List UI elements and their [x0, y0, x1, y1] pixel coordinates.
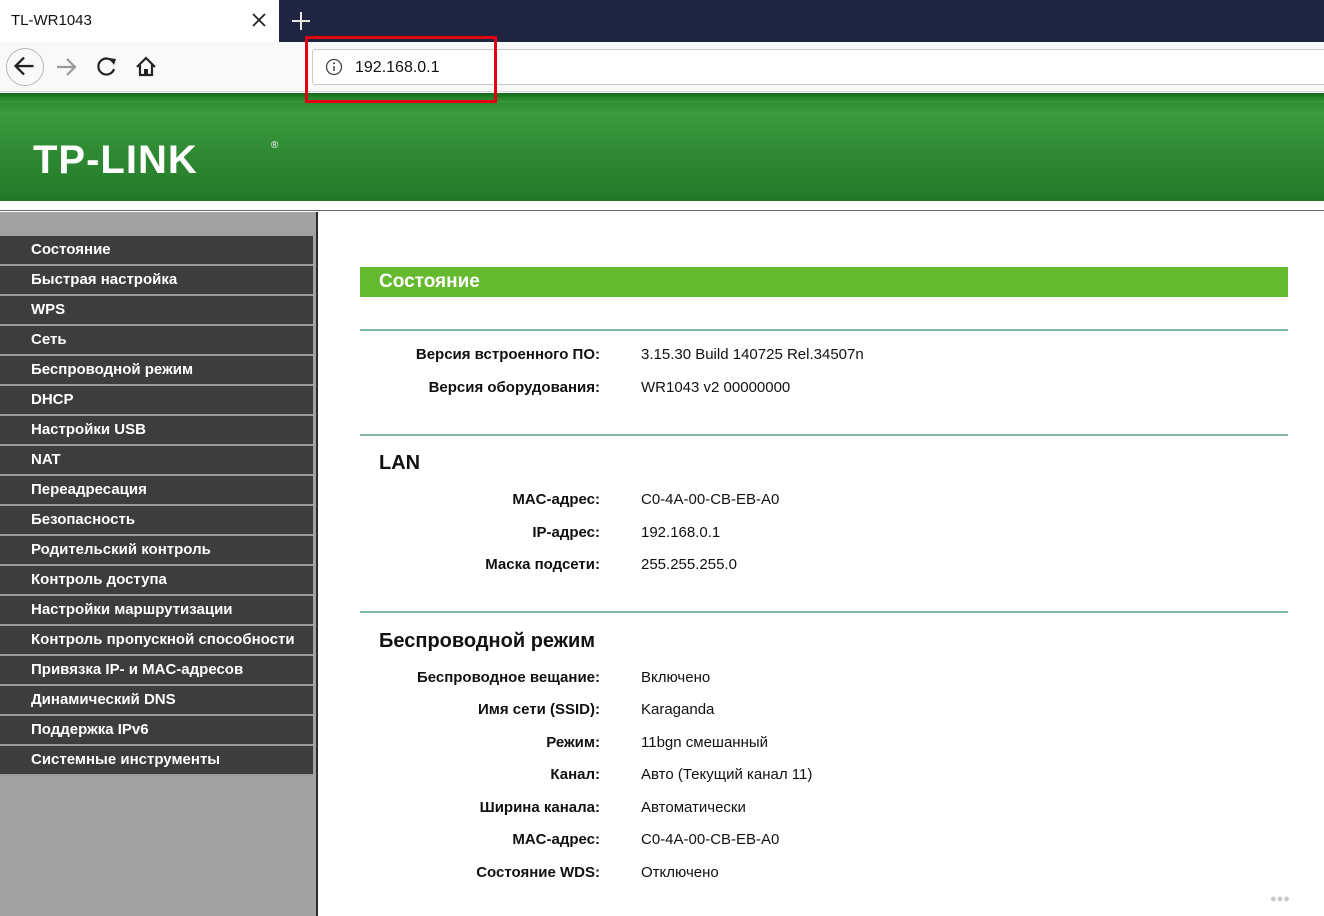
hardware-version-label: Версия оборудования: — [428, 379, 600, 396]
lan-section-title: LAN — [379, 452, 421, 474]
lan-mask-label: Маска подсети: — [485, 556, 600, 573]
status-title-bar: Состояние — [360, 267, 1288, 297]
browser-tabstrip: TL-WR1043 — [0, 0, 1324, 42]
sidebar-top-spacer — [0, 212, 316, 236]
channel-width-value: Автоматически — [641, 799, 746, 816]
wireless-mac-label: MAC-адрес: — [512, 831, 600, 848]
channel-value: Авто (Текущий канал 11) — [641, 766, 813, 783]
sidebar-item-usb-settings[interactable]: Настройки USB — [0, 416, 313, 446]
sidebar-item-dhcp[interactable]: DHCP — [0, 386, 313, 416]
wireless-broadcast-label: Беспроводное вещание: — [416, 669, 600, 686]
wds-status-value: Отключено — [641, 864, 719, 881]
arrow-left-icon — [13, 56, 34, 76]
home-icon — [136, 56, 156, 77]
sidebar-item-parental-control[interactable]: Родительский контроль — [0, 536, 313, 566]
wireless-broadcast-value: Включено — [641, 669, 711, 686]
router-header: TP-LINK ® — [0, 93, 1324, 201]
lan-ip-value: 192.168.0.1 — [641, 524, 721, 541]
wireless-section-title: Беспроводной режим — [379, 630, 596, 652]
firmware-version-label: Версия встроенного ПО: — [415, 346, 600, 363]
sidebar-item-forwarding[interactable]: Переадресация — [0, 476, 313, 506]
sidebar-item-ddns[interactable]: Динамический DNS — [0, 686, 313, 716]
ssid-value: Karaganda — [641, 701, 715, 718]
sidebar: Состояние Быстрая настройка WPS Сеть Бес… — [0, 212, 318, 916]
hardware-version-value: WR1043 v2 00000000 — [641, 379, 791, 396]
main-content: Состояние Версия встроенного ПО: 3.15.30… — [320, 212, 1324, 916]
sidebar-item-wireless[interactable]: Беспроводной режим — [0, 356, 313, 386]
sidebar-item-routing[interactable]: Настройки маршрутизации — [0, 596, 313, 626]
forward-button[interactable] — [48, 48, 86, 86]
section-divider — [360, 434, 1288, 436]
reload-button[interactable] — [88, 48, 126, 86]
wireless-mode-value: 11bgn смешанный — [641, 734, 769, 751]
lan-mac-label: MAC-адрес: — [512, 491, 600, 508]
sidebar-item-ipv6[interactable]: Поддержка IPv6 — [0, 716, 313, 746]
tab-title: TL-WR1043 — [11, 12, 92, 29]
logo-text: TP-LINK — [33, 138, 198, 182]
sidebar-item-wps[interactable]: WPS — [0, 296, 313, 326]
section-divider — [360, 611, 1288, 613]
url-highlight-box — [305, 36, 497, 103]
lan-ip-label: IP-адрес: — [532, 524, 600, 541]
sidebar-item-ip-mac-binding[interactable]: Привязка IP- и MAC-адресов — [0, 656, 313, 686]
sidebar-item-network[interactable]: Сеть — [0, 326, 313, 356]
tp-link-logo: TP-LINK ® — [33, 138, 278, 183]
sidebar-item-nat[interactable]: NAT — [0, 446, 313, 476]
sidebar-item-status[interactable]: Состояние — [0, 236, 313, 266]
logo-registered-mark: ® — [271, 140, 279, 151]
close-tab-icon[interactable] — [249, 10, 269, 30]
channel-width-label: Ширина канала: — [479, 799, 600, 816]
header-top-stripe — [0, 93, 1324, 103]
section-divider — [360, 329, 1288, 331]
sidebar-item-access-control[interactable]: Контроль доступа — [0, 566, 313, 596]
arrow-right-icon — [57, 58, 77, 76]
ssid-label: Имя сети (SSID): — [477, 701, 600, 718]
back-button[interactable] — [6, 48, 44, 86]
lan-mac-value: C0-4A-00-CB-EB-A0 — [641, 491, 780, 508]
watermark: ●●● — [1270, 893, 1290, 905]
sidebar-item-system-tools[interactable]: Системные инструменты — [0, 746, 313, 776]
sidebar-item-quick-setup[interactable]: Быстрая настройка — [0, 266, 313, 296]
wireless-mode-label: Режим: — [546, 734, 600, 751]
header-divider — [0, 201, 1324, 211]
browser-tab[interactable]: TL-WR1043 — [0, 0, 279, 42]
new-tab-icon[interactable] — [288, 8, 314, 34]
lan-mask-value: 255.255.255.0 — [641, 556, 737, 573]
browser-navbar: 192.168.0.1 — [0, 42, 1324, 92]
wireless-mac-value: C0-4A-00-CB-EB-A0 — [641, 831, 780, 848]
reload-icon — [97, 57, 116, 76]
page-title: Состояние — [379, 271, 480, 292]
sidebar-menu: Состояние Быстрая настройка WPS Сеть Бес… — [0, 236, 313, 776]
sidebar-item-bandwidth-control[interactable]: Контроль пропускной способности — [0, 626, 313, 656]
firmware-version-value: 3.15.30 Build 140725 Rel.34507n — [641, 346, 864, 363]
wds-status-label: Состояние WDS: — [476, 864, 600, 881]
home-button[interactable] — [128, 48, 166, 86]
channel-label: Канал: — [550, 766, 600, 783]
sidebar-item-security[interactable]: Безопасность — [0, 506, 313, 536]
